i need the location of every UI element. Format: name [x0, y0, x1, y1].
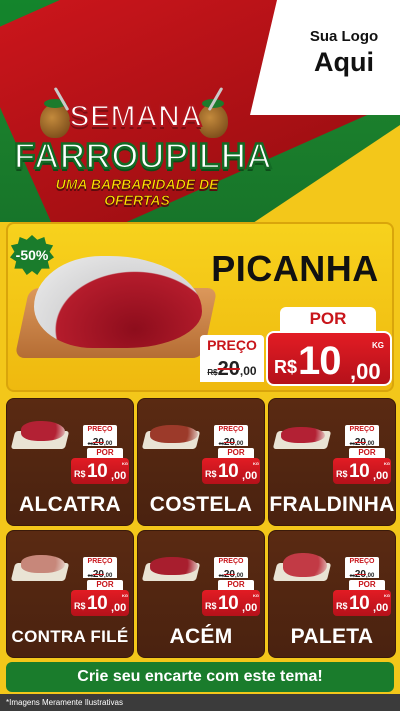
product-name: FRALDINHA	[269, 493, 395, 516]
product-old-price: R$20,00	[345, 567, 379, 580]
price-unit: KG	[384, 461, 390, 466]
product-card: PREÇO R$20,00 POR R$ 10,00 KG COSTELA	[137, 398, 265, 526]
product-card: PREÇO R$20,00 POR R$ 10,00 KG ALCATRA	[6, 398, 134, 526]
price-unit: KG	[384, 593, 390, 598]
product-old-price: R$20,00	[83, 435, 117, 448]
product-preco-label: PREÇO	[83, 425, 117, 435]
old-price-int: 20	[223, 569, 235, 580]
new-currency: R$	[205, 469, 217, 479]
new-currency: R$	[336, 469, 348, 479]
old-price-cents: ,00	[239, 364, 257, 378]
logo-text-line2: Aqui	[314, 47, 374, 77]
new-currency: R$	[74, 469, 86, 479]
product-meat-image	[150, 425, 198, 443]
hero-por-label: POR	[280, 307, 376, 331]
product-new-price: R$ 10,00 KG	[71, 458, 129, 484]
product-card: PREÇO R$20,00 POR R$ 10,00 KG FRALDINHA	[268, 398, 396, 526]
product-meat-image	[281, 427, 325, 443]
old-price-int: 20	[354, 569, 366, 580]
price-unit: KG	[122, 461, 128, 466]
product-name: ACÉM	[169, 625, 233, 648]
product-preco-label: PREÇO	[214, 557, 248, 567]
product-new-price: R$ 10,00 KG	[71, 590, 129, 616]
old-price-int: 20	[354, 437, 366, 448]
logo-text-line1: Sua Logo	[309, 28, 379, 45]
new-price-int: 10	[298, 339, 341, 383]
old-price-cents: ,00	[234, 573, 244, 579]
product-por-label: POR	[87, 580, 123, 590]
product-preco-label: PREÇO	[83, 557, 117, 567]
product-name: CONTRA FILÉ	[11, 627, 129, 646]
old-price-int: 20	[217, 358, 240, 380]
subtitle-ofertas: UMA BARBARIDADE DE OFERTAS	[55, 176, 219, 209]
price-unit: KG	[253, 461, 259, 466]
new-price-cents: ,00	[350, 359, 381, 384]
hero-new-price: R$ 10 ,00 KG	[266, 331, 392, 386]
product-old-price: R$20,00	[214, 567, 248, 580]
new-currency: R$	[336, 601, 348, 611]
product-preco-label: PREÇO	[345, 425, 379, 435]
old-currency: R$	[207, 368, 218, 377]
old-price-int: 20	[92, 569, 104, 580]
title-semana: SEMANA	[68, 99, 203, 134]
new-price-int: 10	[349, 461, 370, 482]
new-price-cents: ,00	[373, 602, 389, 614]
product-meat-image	[21, 555, 65, 573]
new-currency: R$	[74, 601, 86, 611]
hero-preco-label: PREÇO	[200, 335, 264, 356]
cta-banner[interactable]: Crie seu encarte com este tema!	[6, 662, 394, 692]
old-price-cents: ,00	[365, 573, 375, 579]
old-price-cents: ,00	[234, 441, 244, 447]
disclaimer-text: *Imagens Meramente Ilustrativas	[6, 698, 123, 707]
product-name: ALCATRA	[18, 493, 122, 516]
product-card: PREÇO R$20,00 POR R$ 10,00 KG PALETA	[268, 530, 396, 658]
old-price-int: 20	[92, 437, 104, 448]
product-new-price: R$ 10,00 KG	[202, 590, 260, 616]
product-por-label: POR	[218, 580, 254, 590]
new-price-cents: ,00	[242, 470, 258, 482]
product-old-price: R$20,00	[214, 435, 248, 448]
old-price-cents: ,00	[103, 573, 113, 579]
product-card: PREÇO R$20,00 POR R$ 10,00 KG CONTRA FILÉ	[6, 530, 134, 658]
product-old-price: R$20,00	[345, 435, 379, 448]
new-price-int: 10	[218, 461, 239, 482]
product-meat-image	[21, 421, 65, 441]
new-price-cents: ,00	[373, 470, 389, 482]
product-preco-label: PREÇO	[345, 557, 379, 567]
header-yellow-corner	[250, 125, 400, 222]
product-meat-image	[150, 557, 198, 575]
product-old-price: R$20,00	[83, 567, 117, 580]
product-card: PREÇO R$20,00 POR R$ 10,00 KG ACÉM	[137, 530, 265, 658]
new-price-cents: ,00	[242, 602, 258, 614]
product-por-label: POR	[87, 448, 123, 458]
old-price-cents: ,00	[103, 441, 113, 447]
new-price-cents: ,00	[111, 602, 127, 614]
price-unit: KG	[253, 593, 259, 598]
product-new-price: R$ 10,00 KG	[333, 590, 391, 616]
hero-old-price: R$20,00	[200, 356, 264, 382]
old-price-cents: ,00	[365, 441, 375, 447]
new-price-int: 10	[218, 593, 239, 614]
product-meat-image	[283, 553, 327, 577]
product-new-price: R$ 10,00 KG	[333, 458, 391, 484]
new-currency: R$	[205, 601, 217, 611]
new-price-int: 10	[349, 593, 370, 614]
price-unit: KG	[122, 593, 128, 598]
new-currency: R$	[274, 357, 298, 377]
product-name: COSTELA	[149, 493, 253, 516]
product-por-label: POR	[218, 448, 254, 458]
new-price-cents: ,00	[111, 470, 127, 482]
product-new-price: R$ 10,00 KG	[202, 458, 260, 484]
product-preco-label: PREÇO	[214, 425, 248, 435]
new-price-int: 10	[87, 461, 108, 482]
product-por-label: POR	[349, 448, 385, 458]
price-unit: KG	[372, 341, 384, 350]
new-price-int: 10	[87, 593, 108, 614]
hero-product-name: PICANHA	[211, 248, 379, 289]
title-farroupilha: FARROUPILHA	[13, 136, 273, 178]
old-price-int: 20	[223, 437, 235, 448]
product-por-label: POR	[349, 580, 385, 590]
product-name: PALETA	[290, 625, 374, 648]
